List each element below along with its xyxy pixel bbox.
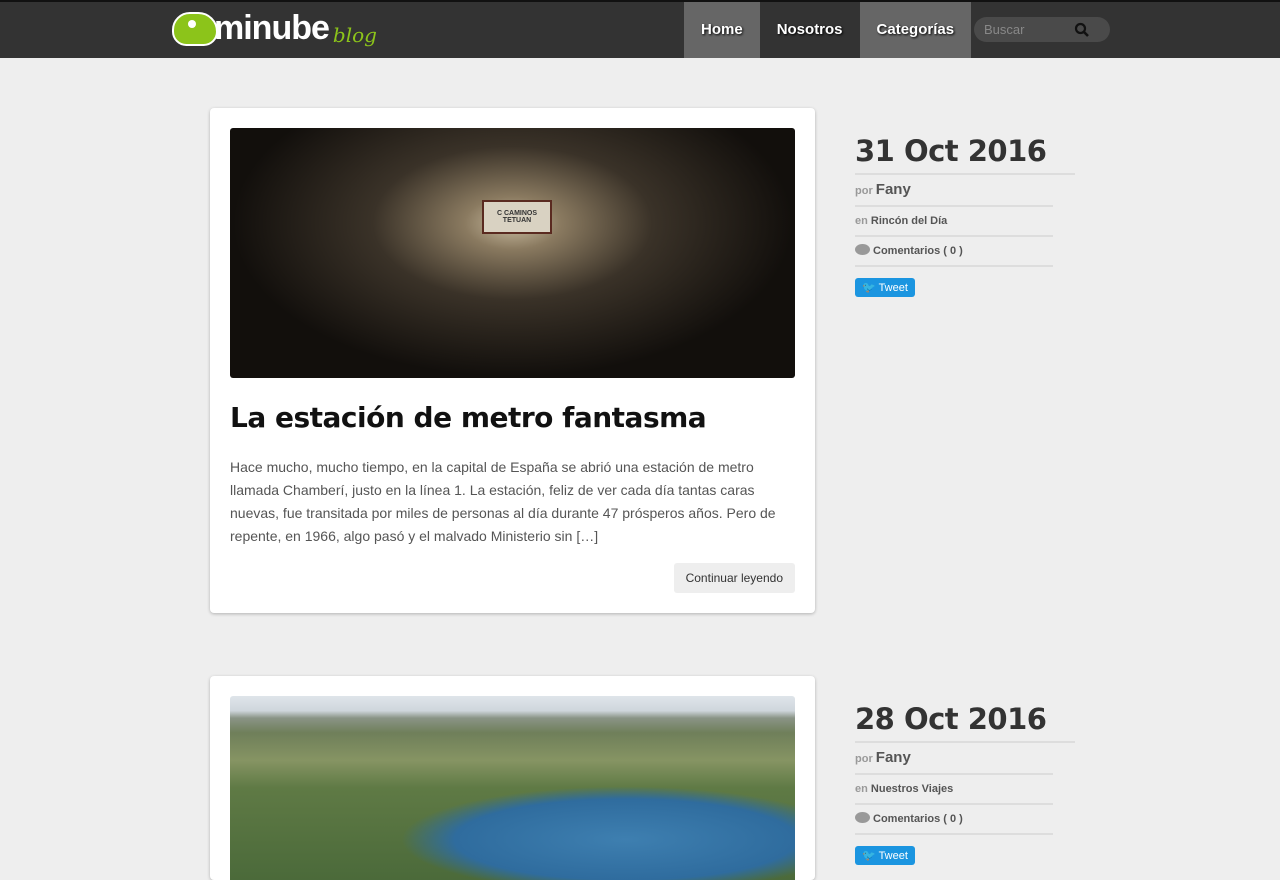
post-card: C CAMINOS TETUAN La estación de metro fa…: [210, 108, 815, 613]
post-image[interactable]: C CAMINOS TETUAN: [230, 128, 795, 378]
search-input[interactable]: [974, 22, 1074, 37]
tweet-label: Tweet: [878, 282, 908, 294]
minube-blog-logo[interactable]: minube blog: [172, 10, 377, 46]
post-date: 31 Oct 2016: [855, 133, 1075, 175]
station-sign: C CAMINOS TETUAN: [482, 200, 552, 234]
logo-text: minube: [214, 9, 330, 47]
en-label: en: [855, 783, 868, 795]
post-excerpt: Hace mucho, mucho tiempo, en la capital …: [230, 459, 776, 544]
tweet-button[interactable]: 🐦 Tweet: [855, 846, 915, 865]
search-icon[interactable]: [1074, 22, 1090, 38]
post-meta: 31 Oct 2016 por Fany en Rincón del Día C…: [855, 133, 1075, 297]
continue-reading-button[interactable]: Continuar leyendo: [673, 563, 795, 593]
nav-home[interactable]: Home: [684, 2, 760, 58]
logo-sub: blog: [332, 23, 377, 47]
comments-link[interactable]: Comentarios ( 0 ): [873, 813, 963, 825]
post-date: 28 Oct 2016: [855, 701, 1075, 743]
comment-icon: [855, 812, 870, 823]
por-label: por: [855, 753, 873, 765]
top-navbar: minube blog Home Nosotros Categorías: [0, 0, 1280, 58]
category-link[interactable]: Nuestros Viajes: [871, 783, 953, 795]
author-link[interactable]: Fany: [876, 749, 911, 766]
post-title[interactable]: La estación de metro fantasma: [230, 400, 795, 436]
post-image[interactable]: [230, 696, 795, 880]
tweet-label: Tweet: [878, 850, 908, 862]
search-box: [974, 17, 1110, 42]
comments-link[interactable]: Comentarios ( 0 ): [873, 245, 963, 257]
por-label: por: [855, 185, 873, 197]
author-link[interactable]: Fany: [876, 181, 911, 198]
category-link[interactable]: Rincón del Día: [871, 215, 947, 227]
post-card: [210, 676, 815, 880]
nav-categorias[interactable]: Categorías: [859, 2, 972, 58]
nav-nosotros[interactable]: Nosotros: [760, 2, 860, 58]
comment-icon: [855, 244, 870, 255]
post-meta: 28 Oct 2016 por Fany en Nuestros Viajes …: [855, 701, 1075, 865]
main-nav: Home Nosotros Categorías: [684, 2, 972, 58]
en-label: en: [855, 215, 868, 227]
tweet-button[interactable]: 🐦 Tweet: [855, 278, 915, 297]
cloud-logo-icon: [172, 12, 218, 46]
